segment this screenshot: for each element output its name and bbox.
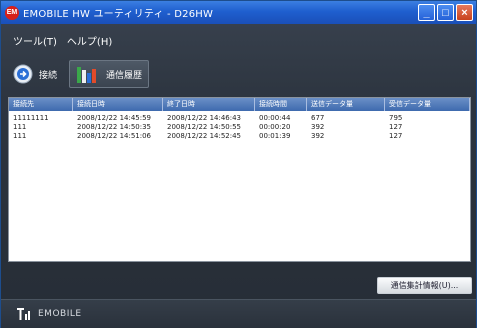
cell-start: 2008/12/22 14:51:06	[77, 132, 152, 140]
cell-received: 127	[389, 132, 403, 140]
cell-received: 795	[389, 114, 403, 122]
cell-sent: 392	[311, 132, 325, 140]
toolbar: 接続 通信履歴	[1, 59, 476, 89]
table-row[interactable]: 111 2008/12/22 14:51:06 2008/12/22 14:52…	[9, 132, 470, 141]
cell-destination: 11111111	[13, 114, 49, 122]
history-button[interactable]: 通信履歴	[69, 60, 150, 88]
cell-duration: 00:00:44	[259, 114, 291, 122]
column-header[interactable]: 接続時間	[255, 98, 307, 111]
cell-start: 2008/12/22 14:45:59	[77, 114, 152, 122]
list-header: 接続先 接続日時 終了日時 接続時間 送信データ量 受信データ量	[9, 98, 470, 111]
menu-tools[interactable]: ツール(T)	[13, 33, 57, 49]
table-row[interactable]: 111 2008/12/22 14:50:35 2008/12/22 14:50…	[9, 123, 470, 132]
cell-destination: 111	[13, 132, 27, 140]
cell-end: 2008/12/22 14:46:43	[167, 114, 242, 122]
column-header[interactable]: 接続先	[9, 98, 73, 111]
cell-destination: 111	[13, 123, 27, 131]
maximize-button[interactable]: □	[437, 4, 454, 21]
close-button[interactable]: ×	[456, 4, 473, 21]
app-logo-icon: EM	[5, 5, 19, 20]
signal-strength-icon	[17, 308, 31, 320]
window-controls: _ □ ×	[418, 4, 473, 21]
status-bar: EMOBILE	[1, 299, 476, 328]
bar-chart-icon	[76, 64, 100, 84]
cell-sent: 392	[311, 123, 325, 131]
cell-start: 2008/12/22 14:50:35	[77, 123, 152, 131]
connect-button[interactable]: 接続	[7, 60, 63, 88]
menu-help[interactable]: ヘルプ(H)	[67, 33, 112, 49]
history-label: 通信履歴	[106, 70, 143, 81]
column-header[interactable]: 受信データ量	[385, 98, 470, 111]
app-window: EM EMOBILE HW ユーティリティ - D26HW _ □ × ツール(…	[0, 0, 477, 328]
cell-duration: 00:01:39	[259, 132, 291, 140]
cell-duration: 00:00:20	[259, 123, 291, 131]
connect-label: 接続	[39, 70, 58, 81]
cell-received: 127	[389, 123, 403, 131]
usage-summary-button[interactable]: 通信集計情報(U)...	[377, 277, 472, 294]
cell-end: 2008/12/22 14:50:55	[167, 123, 242, 131]
connect-icon	[13, 64, 33, 84]
table-row[interactable]: 11111111 2008/12/22 14:45:59 2008/12/22 …	[9, 114, 470, 123]
history-list[interactable]: 接続先 接続日時 終了日時 接続時間 送信データ量 受信データ量 1111111…	[8, 97, 471, 262]
window-title: EMOBILE HW ユーティリティ - D26HW	[23, 9, 214, 20]
brand-label: EMOBILE	[38, 309, 82, 319]
title-bar[interactable]: EM EMOBILE HW ユーティリティ - D26HW _ □ ×	[1, 1, 476, 24]
column-header[interactable]: 接続日時	[73, 98, 163, 111]
menu-bar: ツール(T) ヘルプ(H)	[1, 33, 112, 49]
column-header[interactable]: 送信データ量	[307, 98, 385, 111]
cell-end: 2008/12/22 14:52:45	[167, 132, 242, 140]
minimize-button[interactable]: _	[418, 4, 435, 21]
cell-sent: 677	[311, 114, 325, 122]
column-header[interactable]: 終了日時	[163, 98, 255, 111]
